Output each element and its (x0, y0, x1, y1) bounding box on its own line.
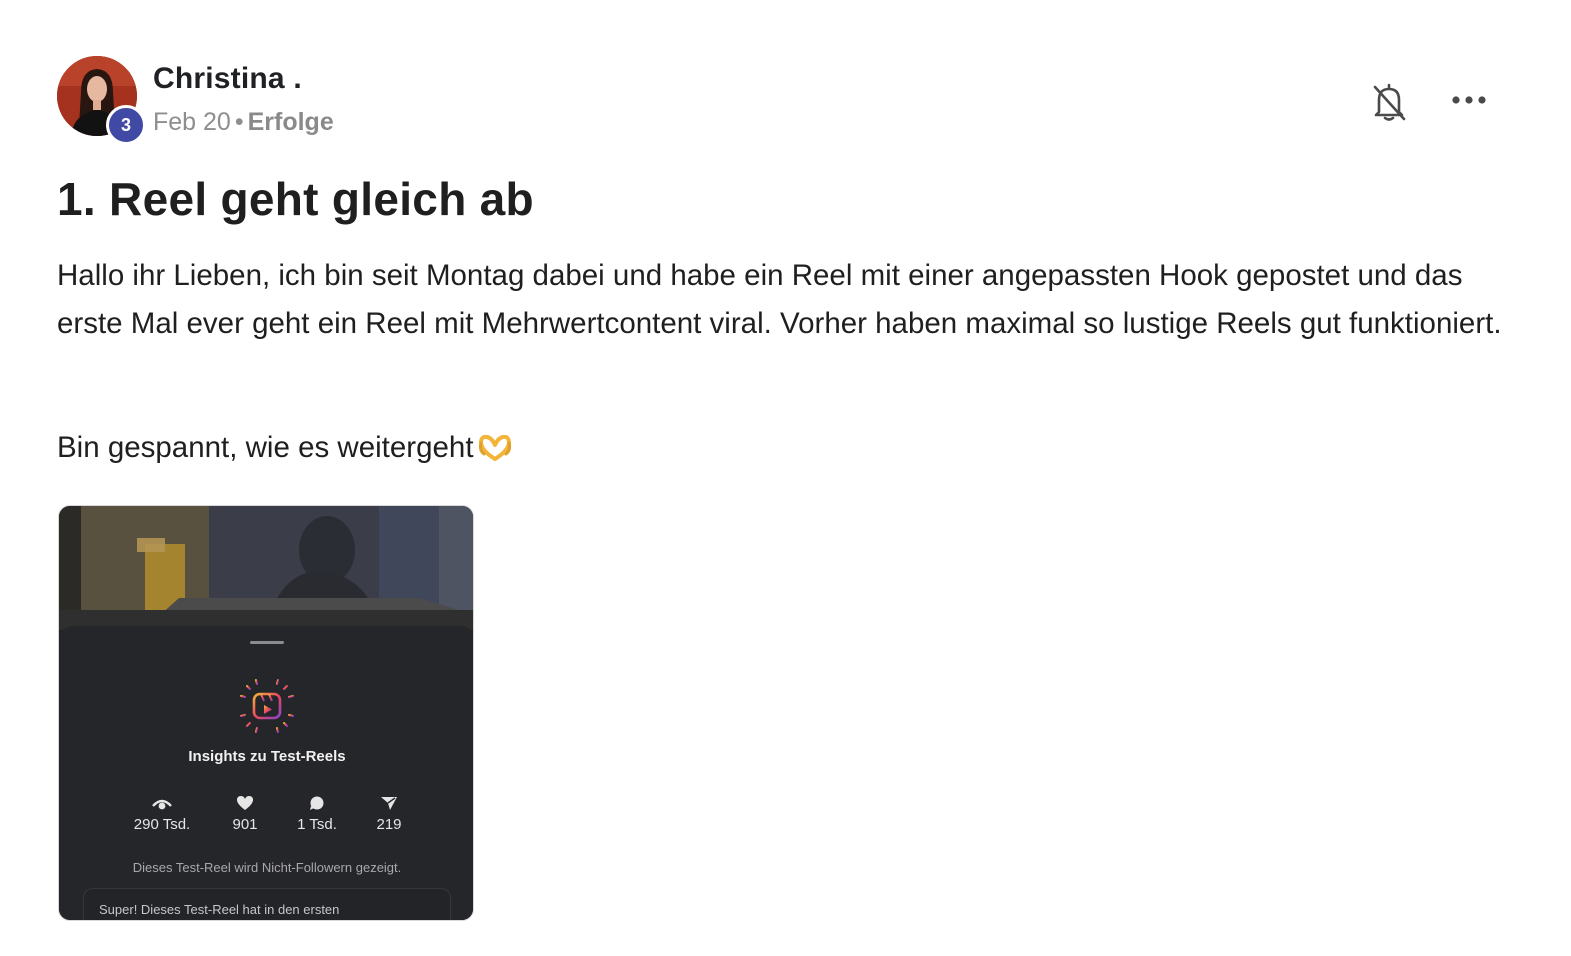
post-body-paragraph-1: Hallo ihr Lieben, ich bin seit Montag da… (57, 259, 1502, 340)
bell-off-icon (1373, 83, 1406, 121)
reels-insights-icon (237, 676, 297, 736)
more-horizontal-icon (1452, 96, 1486, 104)
paragraph-2-text: Bin gespannt, wie es weitergeht (57, 431, 474, 464)
stat-value: 1 Tsd. (297, 816, 337, 833)
heart-hands-emoji-icon (478, 430, 512, 474)
insights-sheet: Insights zu Test-Reels 290 Tsd. 901 1 Ts… (59, 626, 473, 920)
stat-value: 290 Tsd. (133, 816, 191, 833)
notifications-toggle-button[interactable] (1369, 78, 1409, 126)
meta-separator: • (234, 108, 244, 136)
post-meta: Feb 20 • Erfolge (153, 108, 334, 137)
post-date: Feb 20 (153, 108, 231, 136)
post-header: 3 Christina . Feb 20 • Erfolge (57, 56, 1517, 146)
eye-icon (152, 799, 172, 810)
post: 3 Christina . Feb 20 • Erfolge 1. Reel geh… (57, 56, 1517, 921)
sheet-drag-handle (250, 641, 284, 644)
image-attachment[interactable]: Insights zu Test-Reels 290 Tsd. 901 1 Ts… (58, 505, 474, 921)
stat-value: 219 (376, 816, 402, 833)
stat-value: 901 (232, 816, 258, 833)
stat-shares: 219 (349, 794, 429, 833)
stat-comments: 1 Tsd. (277, 794, 357, 833)
more-options-button[interactable] (1447, 84, 1491, 116)
insights-note: Dieses Test-Reel wird Nicht-Followern ge… (132, 860, 402, 875)
author-name[interactable]: Christina . (153, 62, 302, 96)
post-body-paragraph-2: Bin gespannt, wie es weitergeht (57, 426, 512, 474)
post-title: 1. Reel geht gleich ab (57, 173, 534, 225)
share-icon (381, 797, 397, 810)
comment-icon (310, 796, 324, 810)
post-category[interactable]: Erfolge (248, 108, 334, 136)
level-badge: 3 (106, 105, 146, 145)
author-avatar[interactable]: 3 (57, 56, 146, 145)
stat-views: 290 Tsd. (122, 794, 202, 833)
attachment-photo (59, 506, 473, 630)
insights-card-text: Super! Dieses Test-Reel hat in den erste… (99, 902, 340, 917)
heart-icon (237, 796, 253, 810)
stat-likes: 901 (205, 794, 285, 833)
insights-title: Insights zu Test-Reels (188, 748, 346, 765)
